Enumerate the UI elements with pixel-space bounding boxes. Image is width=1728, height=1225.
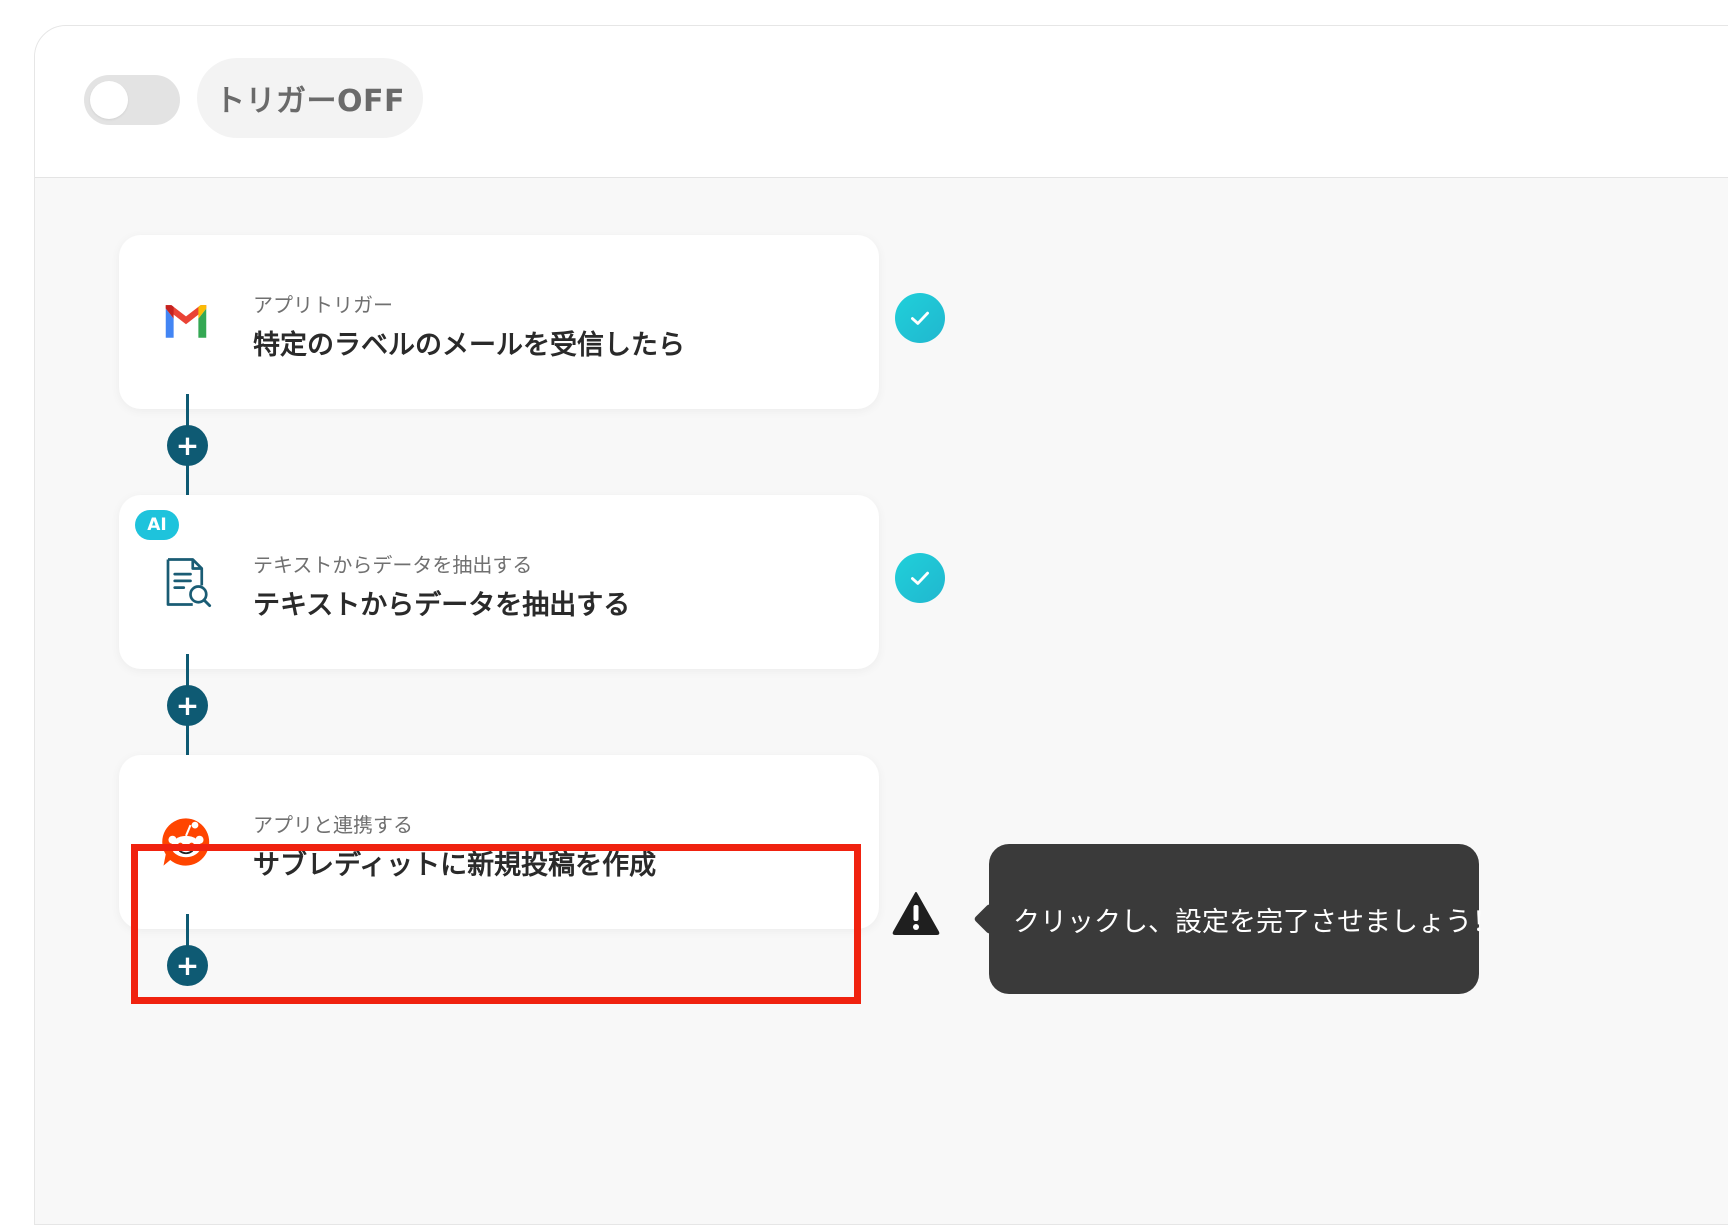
ai-badge: AI	[135, 510, 179, 540]
step-subtitle: アプリと連携する	[253, 813, 413, 837]
step-card-ai-extract[interactable]: AI テキストからデータを抽出する テキストからデータを抽出する	[119, 495, 879, 669]
tooltip-arrow	[973, 903, 1005, 935]
step-title: テキストからデータを抽出する	[253, 590, 631, 621]
warning-icon	[892, 892, 940, 935]
trigger-status-label: トリガーOFF	[197, 58, 423, 138]
add-step-button[interactable]: +	[167, 685, 208, 726]
flow-header: トリガーOFF	[35, 26, 1728, 178]
toggle-knob	[90, 81, 128, 119]
step-title: 特定のラベルのメールを受信したら	[253, 330, 685, 361]
reddit-icon	[162, 818, 210, 866]
document-search-icon	[166, 558, 212, 608]
step-title: サブレディットに新規投稿を作成	[253, 850, 657, 881]
trigger-toggle[interactable]	[84, 75, 180, 125]
check-icon	[895, 553, 945, 603]
step-subtitle: テキストからデータを抽出する	[253, 553, 533, 577]
add-step-button[interactable]: +	[167, 945, 208, 986]
gmail-icon	[165, 305, 207, 338]
step-card-gmail-trigger[interactable]: アプリトリガー 特定のラベルのメールを受信したら	[119, 235, 879, 409]
add-step-button[interactable]: +	[167, 425, 208, 466]
tooltip-text: クリックし、設定を完了させましょう！	[1013, 906, 1499, 938]
flow-editor-panel: トリガーOFF アプリトリガー 特定のラベルのメールを受信したら + AI テキ…	[34, 25, 1728, 1225]
setup-tooltip: クリックし、設定を完了させましょう！	[973, 844, 1499, 994]
step-card-reddit-post[interactable]: アプリと連携する サブレディットに新規投稿を作成	[119, 755, 879, 929]
step-subtitle: アプリトリガー	[253, 293, 393, 317]
check-icon	[895, 293, 945, 343]
